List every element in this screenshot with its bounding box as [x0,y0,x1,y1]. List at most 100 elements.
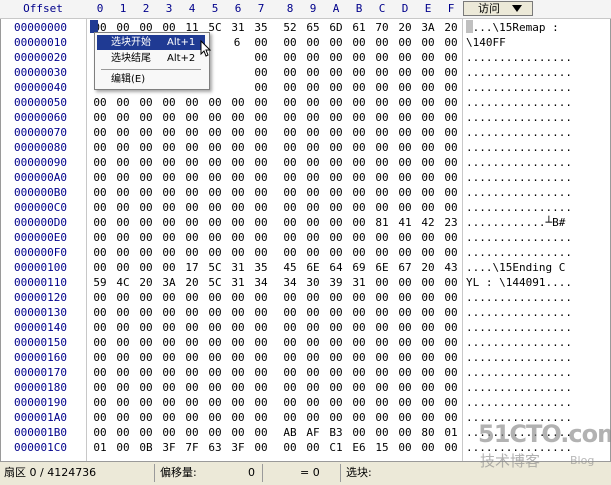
hex-byte[interactable]: 00 [417,350,439,365]
hex-byte[interactable]: 00 [302,380,324,395]
hex-byte[interactable]: 00 [227,425,249,440]
hex-byte[interactable]: 00 [417,380,439,395]
hex-byte[interactable]: 00 [348,320,370,335]
hex-byte[interactable]: 43 [440,260,462,275]
hex-byte[interactable]: 00 [440,320,462,335]
hex-byte[interactable]: 00 [181,365,203,380]
hex-byte[interactable]: 00 [325,305,347,320]
hex-byte[interactable]: 00 [227,215,249,230]
hex-byte[interactable]: 00 [227,350,249,365]
hex-byte[interactable]: 00 [325,410,347,425]
hex-byte[interactable]: 00 [371,230,393,245]
hex-byte[interactable]: 00 [394,305,416,320]
hex-byte[interactable]: 00 [325,35,347,50]
hex-byte[interactable]: 00 [135,365,157,380]
hex-byte[interactable]: 00 [89,320,111,335]
hex-byte[interactable]: 00 [279,80,301,95]
hex-byte[interactable]: 00 [325,155,347,170]
hex-byte[interactable]: 00 [250,425,272,440]
hex-byte[interactable]: 00 [250,245,272,260]
hex-byte[interactable]: 00 [250,110,272,125]
hex-byte[interactable]: 01 [440,425,462,440]
hex-byte[interactable]: 00 [227,245,249,260]
hex-byte[interactable]: 00 [158,410,180,425]
menu-item-edit[interactable]: 编辑(E) [97,72,205,87]
hex-byte[interactable]: 00 [181,140,203,155]
hex-byte[interactable]: 30 [302,275,324,290]
hex-byte[interactable]: 00 [348,125,370,140]
hex-byte[interactable]: 00 [302,50,324,65]
menu-item-block-start[interactable]: 选块开始 Alt+1 [97,35,205,50]
hex-byte[interactable]: 00 [279,215,301,230]
hex-byte[interactable]: 00 [371,95,393,110]
hex-byte[interactable]: 00 [440,50,462,65]
hex-byte[interactable]: 80 [417,425,439,440]
hex-byte[interactable]: 00 [279,365,301,380]
hex-byte[interactable]: 00 [158,110,180,125]
hex-byte[interactable]: 00 [417,320,439,335]
hex-byte[interactable]: 00 [325,80,347,95]
hex-byte[interactable]: 00 [204,185,226,200]
hex-byte[interactable]: 00 [158,350,180,365]
hex-byte[interactable]: 00 [371,290,393,305]
hex-byte[interactable]: 00 [250,200,272,215]
hex-byte[interactable]: 00 [417,290,439,305]
hex-byte[interactable]: 00 [371,170,393,185]
hex-byte[interactable]: 00 [112,350,134,365]
hex-byte[interactable]: 00 [394,395,416,410]
hex-byte[interactable]: 00 [135,395,157,410]
hex-byte[interactable]: 00 [302,155,324,170]
hex-byte[interactable]: 00 [89,350,111,365]
hex-byte[interactable]: 00 [135,350,157,365]
hex-byte[interactable]: 00 [112,260,134,275]
hex-byte[interactable]: C1 [325,440,347,455]
hex-byte[interactable]: 00 [394,350,416,365]
hex-byte[interactable]: 00 [250,50,272,65]
hex-byte[interactable]: 00 [371,245,393,260]
hex-byte[interactable]: 00 [371,395,393,410]
hex-byte[interactable]: 00 [250,215,272,230]
hex-byte[interactable]: 00 [348,95,370,110]
hex-byte[interactable]: 00 [302,95,324,110]
hex-byte[interactable]: 00 [348,305,370,320]
hex-byte[interactable]: 31 [227,275,249,290]
hex-byte[interactable]: 00 [348,425,370,440]
hex-byte[interactable]: 00 [394,155,416,170]
hex-byte[interactable]: 00 [227,200,249,215]
hex-byte[interactable]: 00 [135,305,157,320]
hex-byte[interactable]: 00 [348,410,370,425]
hex-byte[interactable]: 00 [112,140,134,155]
hex-byte[interactable]: 00 [394,65,416,80]
hex-byte[interactable]: 00 [394,440,416,455]
hex-byte[interactable]: 00 [371,425,393,440]
hex-byte[interactable]: 00 [112,320,134,335]
hex-byte[interactable]: 00 [227,335,249,350]
hex-byte[interactable]: 00 [204,320,226,335]
hex-byte[interactable]: 00 [348,110,370,125]
hex-byte[interactable]: 70 [371,20,393,35]
hex-byte[interactable]: 00 [325,395,347,410]
hex-byte[interactable]: 00 [325,200,347,215]
hex-byte[interactable]: 00 [204,305,226,320]
hex-byte[interactable]: 00 [440,380,462,395]
hex-byte[interactable]: 00 [112,215,134,230]
hex-byte[interactable]: 00 [279,125,301,140]
hex-byte[interactable]: 00 [371,410,393,425]
hex-byte[interactable]: 00 [89,125,111,140]
hex-byte[interactable]: 00 [394,185,416,200]
hex-byte[interactable]: 00 [135,320,157,335]
hex-byte[interactable]: 00 [204,95,226,110]
hex-byte[interactable]: 00 [440,275,462,290]
hex-byte[interactable]: 00 [348,80,370,95]
hex-byte[interactable]: 00 [181,155,203,170]
hex-byte[interactable]: 00 [89,230,111,245]
hex-byte[interactable]: 00 [302,335,324,350]
hex-byte[interactable]: 00 [250,140,272,155]
hex-byte[interactable]: 00 [440,230,462,245]
hex-byte[interactable]: 00 [158,305,180,320]
hex-byte[interactable]: 00 [158,290,180,305]
hex-byte[interactable]: 35 [250,20,272,35]
hex-byte[interactable]: 00 [371,110,393,125]
hex-byte[interactable]: 00 [348,395,370,410]
hex-byte[interactable]: 00 [279,185,301,200]
